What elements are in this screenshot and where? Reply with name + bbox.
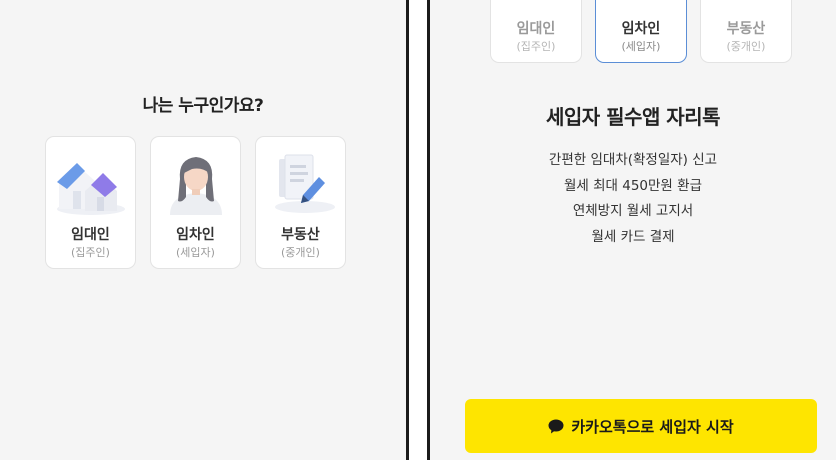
role-card-sublabel: (집주인) xyxy=(71,246,110,259)
role-question-title: 나는 누구인가요? xyxy=(142,96,264,116)
divider-gap xyxy=(409,0,427,460)
document-pen-icon xyxy=(274,154,335,213)
role-card-label: 임차인 xyxy=(176,227,215,243)
feature-item: 연체방지 월세 고지서 xyxy=(572,203,694,219)
kakao-start-label: 카카오톡으로 세입자 시작 xyxy=(571,417,734,436)
role-card-sublabel: (집주인) xyxy=(516,40,556,53)
role-card-sublabel: (세입자) xyxy=(176,246,215,259)
role-card-label: 부동산 xyxy=(281,227,320,243)
role-card-label: 임대인 xyxy=(516,21,556,37)
role-card-sublabel: (세입자) xyxy=(621,40,661,53)
person-icon xyxy=(169,157,222,215)
role-card-realtor[interactable]: 부동산 (중개인) xyxy=(255,136,346,269)
feature-item: 월세 카드 결제 xyxy=(591,228,675,245)
feature-list: 간편한 임대차(확정일자) 신고 월세 최대 450만원 환급 연체방지 월세 … xyxy=(430,148,836,250)
role-card-tenant[interactable]: 임차인 (세입자) xyxy=(150,136,241,269)
right-screen: 임대인 (집주인) 임차인 (세입자) 부동산 (중개인) 세입자 필수앱 자리… xyxy=(430,0,836,460)
role-card-landlord[interactable]: 임대인 (집주인) xyxy=(490,0,582,63)
role-card-realtor[interactable]: 부동산 (중개인) xyxy=(700,0,792,63)
feature-item: 간편한 임대차(확정일자) 신고 xyxy=(548,152,718,168)
role-card-sublabel: (중개인) xyxy=(281,246,320,259)
kakao-start-button[interactable]: 카카오톡으로 세입자 시작 xyxy=(465,399,817,453)
role-card-tenant-selected[interactable]: 임차인 (세입자) xyxy=(595,0,687,63)
role-card-landlord[interactable]: 임대인 (집주인) xyxy=(45,136,136,269)
houses-icon xyxy=(56,163,125,215)
chat-bubble-icon xyxy=(548,419,564,433)
headline: 세입자 필수앱 자리톡 xyxy=(545,105,721,129)
feature-item: 월세 최대 450만원 환급 xyxy=(563,177,702,194)
role-card-sublabel: (중개인) xyxy=(726,40,766,53)
role-card-label: 임대인 xyxy=(71,227,110,243)
left-screen: 나는 누구인가요? 임대인 (집주인) 임차인 (세입자) 부동산 (중개인) xyxy=(0,0,406,460)
role-card-label: 임차인 xyxy=(621,21,661,37)
role-card-label: 부동산 xyxy=(726,21,766,37)
